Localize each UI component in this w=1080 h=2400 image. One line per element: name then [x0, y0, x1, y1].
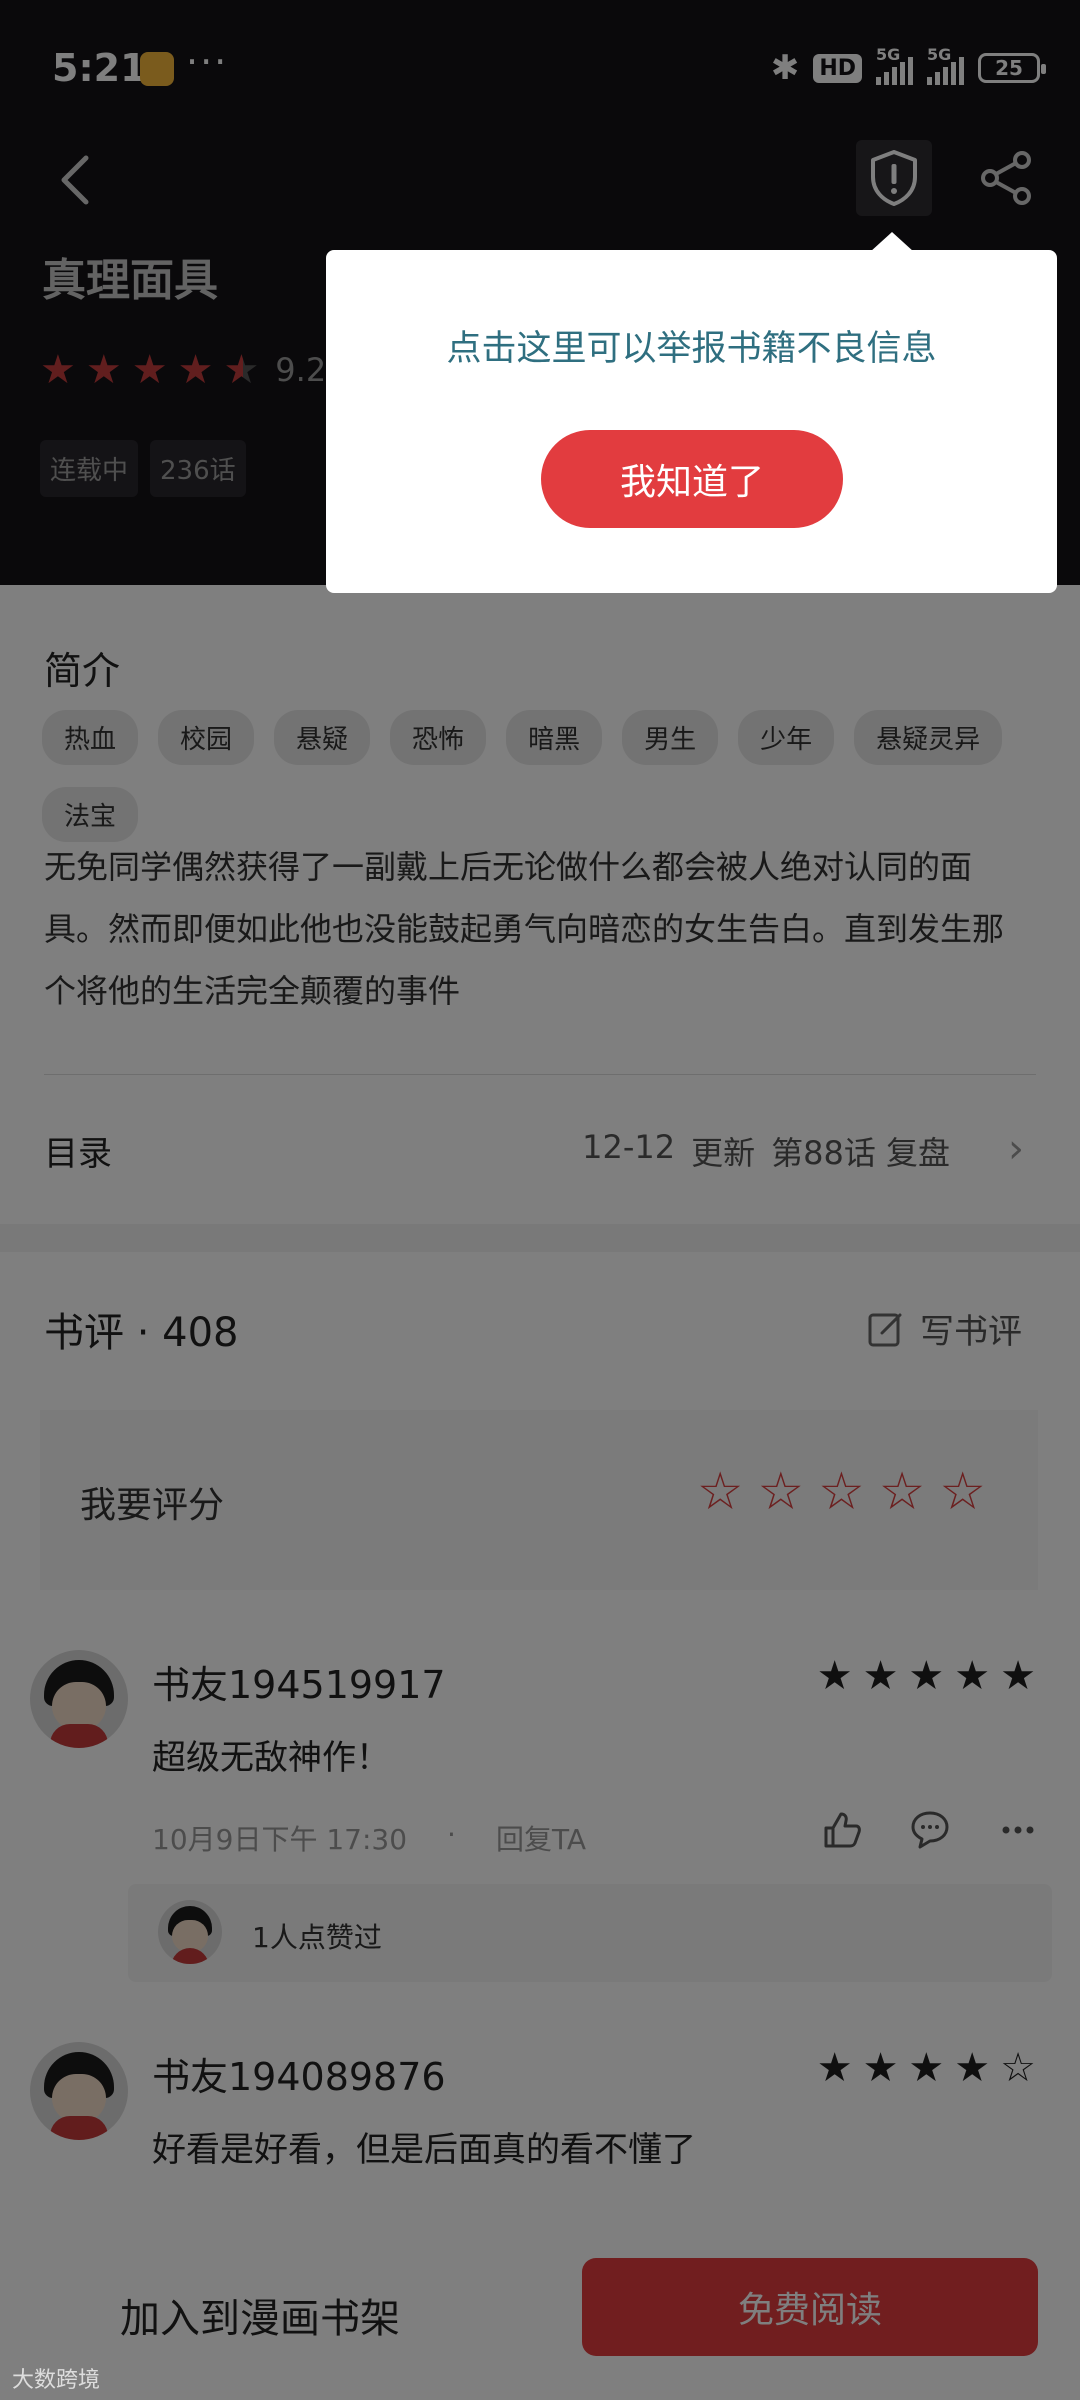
- catalog-label: 目录: [44, 1134, 112, 1174]
- episode-count-badge: 236话: [150, 440, 246, 497]
- genre-tag[interactable]: 男生: [622, 710, 719, 765]
- catalog-row[interactable]: 目录 12-12 更新 第88话 复盘 ›: [0, 1080, 1080, 1220]
- genre-tag[interactable]: 法宝: [42, 787, 139, 842]
- likes-summary[interactable]: 1人点赞过: [128, 1884, 1052, 1982]
- review-time: 10月9日下午 17:30: [152, 1823, 408, 1856]
- review-actions: [820, 1808, 1040, 1852]
- star-icon: ★: [1000, 1653, 1036, 1699]
- latest-episode: 第88话 复盘: [771, 1134, 950, 1172]
- star-icon: ★: [816, 2045, 853, 2091]
- rate-stars: ☆ ☆ ☆ ☆ ☆: [697, 1466, 986, 1518]
- write-review-button[interactable]: 写书评: [866, 1304, 1022, 1353]
- intro-text: 无免同学偶然获得了一副戴上后无论做什么都会被人绝对认同的面具。然而即便如此他也没…: [44, 848, 1005, 1010]
- rate-star-icon[interactable]: ☆: [818, 1466, 865, 1518]
- star-icon: ★: [177, 347, 214, 393]
- star-icon: ★: [954, 2045, 991, 2091]
- genre-tag[interactable]: 恐怖: [390, 710, 487, 765]
- star-icon: ★: [85, 347, 122, 393]
- shield-alert-icon: [871, 150, 917, 206]
- divider: [44, 1074, 1036, 1075]
- book-status-tags: 连载中 236话: [40, 440, 246, 497]
- popup-message: 点击这里可以举报书籍不良信息: [446, 329, 937, 369]
- hd-voice-icon: HD: [813, 53, 862, 83]
- edit-icon: [868, 1313, 902, 1346]
- rate-panel: 我要评分 ☆ ☆ ☆ ☆ ☆: [40, 1410, 1038, 1590]
- signal-icon: 5G: [876, 45, 913, 85]
- reviews-heading: 书评 · 408: [44, 1310, 239, 1356]
- genre-tag[interactable]: 悬疑灵异: [854, 710, 1003, 765]
- update-label: 更新: [691, 1134, 756, 1172]
- notes-app-icon: [140, 52, 174, 86]
- report-button[interactable]: [856, 140, 932, 216]
- serial-status-badge: 连载中: [40, 440, 139, 497]
- review-text: 好看是好看，但是后面真的看不懂了: [152, 2130, 696, 2170]
- write-review-label: 写书评: [920, 1312, 1022, 1352]
- got-it-button[interactable]: 我知道了: [541, 430, 843, 528]
- intro-heading: 简介: [44, 649, 121, 693]
- star-icon: ★: [954, 1653, 991, 1699]
- share-icon: [981, 151, 1031, 205]
- star-icon: ★: [908, 1653, 945, 1699]
- likes-count-text: 1人点赞过: [252, 1921, 382, 1954]
- separator-dot: ·: [447, 1818, 456, 1851]
- more-notifications-icon: ···: [186, 40, 229, 84]
- section-divider: [0, 1224, 1080, 1252]
- battery-icon: 25: [978, 53, 1046, 83]
- back-button[interactable]: [50, 150, 100, 210]
- review-username[interactable]: 书友194089876: [152, 2046, 446, 2101]
- book-title: 真理面具: [42, 255, 218, 306]
- signal-icon-2: 5G: [927, 45, 964, 85]
- status-indicators: ✱ HD 5G 5G 25: [770, 45, 1046, 88]
- bluetooth-icon: ✱: [770, 48, 800, 88]
- avatar[interactable]: [30, 1650, 128, 1748]
- more-icon[interactable]: [996, 1808, 1040, 1852]
- share-button[interactable]: [976, 148, 1036, 208]
- genre-tag[interactable]: 悬疑: [274, 710, 371, 765]
- status-time: 5:21: [52, 46, 147, 90]
- genre-tags: 热血 校园 悬疑 恐怖 暗黑 男生 少年 悬疑灵异 法宝: [42, 710, 1042, 842]
- review-username[interactable]: 书友194519917: [152, 1654, 446, 1709]
- comment-icon[interactable]: [908, 1808, 952, 1852]
- rate-star-icon[interactable]: ☆: [939, 1466, 986, 1518]
- rate-star-icon[interactable]: ☆: [879, 1466, 926, 1518]
- star-icon: ★: [816, 1653, 853, 1699]
- add-to-shelf-button[interactable]: 加入到漫画书架: [120, 2286, 400, 2344]
- star-icon: ★: [862, 2045, 899, 2091]
- chevron-right-icon: ›: [1008, 1126, 1024, 1172]
- reply-button[interactable]: 回复TA: [496, 1818, 586, 1858]
- like-icon[interactable]: [820, 1808, 864, 1852]
- star-icon: ★: [908, 2045, 945, 2091]
- rate-star-icon[interactable]: ☆: [758, 1466, 805, 1518]
- free-read-button[interactable]: 免费阅读: [582, 2258, 1038, 2356]
- status-bar: 5:21 ··· ✱ HD 5G 5G 25: [0, 0, 1080, 140]
- review-meta: 10月9日下午 17:30 · 回复TA: [152, 1818, 586, 1858]
- genre-tag[interactable]: 暗黑: [506, 710, 603, 765]
- bottom-action-bar: 加入到漫画书架 免费阅读: [0, 2220, 1080, 2400]
- empty-star-icon: ☆: [1000, 2045, 1036, 2091]
- catalog-latest-info: 12-12 更新 第88话 复盘: [582, 1128, 950, 1174]
- update-date: 12-12: [582, 1128, 676, 1166]
- review-text: 超级无敌神作！: [152, 1738, 390, 1778]
- avatar[interactable]: [30, 2042, 128, 2140]
- genre-tag[interactable]: 少年: [738, 710, 835, 765]
- rate-star-icon[interactable]: ☆: [697, 1466, 744, 1518]
- star-icon: ★: [131, 347, 168, 393]
- half-star-icon: ★: [223, 347, 260, 393]
- genre-tag[interactable]: 热血: [42, 710, 139, 765]
- report-tip-popup: 点击这里可以举报书籍不良信息 我知道了: [326, 250, 1057, 593]
- chevron-left-icon: [61, 155, 89, 205]
- star-icon: ★: [40, 347, 76, 393]
- review-rating: ★ ★ ★ ★ ☆: [817, 2048, 1036, 2088]
- review-rating: ★ ★ ★ ★ ★: [817, 1656, 1036, 1696]
- genre-tag[interactable]: 校园: [158, 710, 255, 765]
- watermark-logo: 大数跨境: [12, 2368, 101, 2393]
- star-icon: ★: [862, 1653, 899, 1699]
- popup-pointer: [870, 232, 914, 252]
- liker-avatar: [158, 1900, 222, 1964]
- rate-label: 我要评分: [80, 1485, 225, 1526]
- book-rating: ★ ★ ★ ★ ★ 9.20: [40, 350, 347, 390]
